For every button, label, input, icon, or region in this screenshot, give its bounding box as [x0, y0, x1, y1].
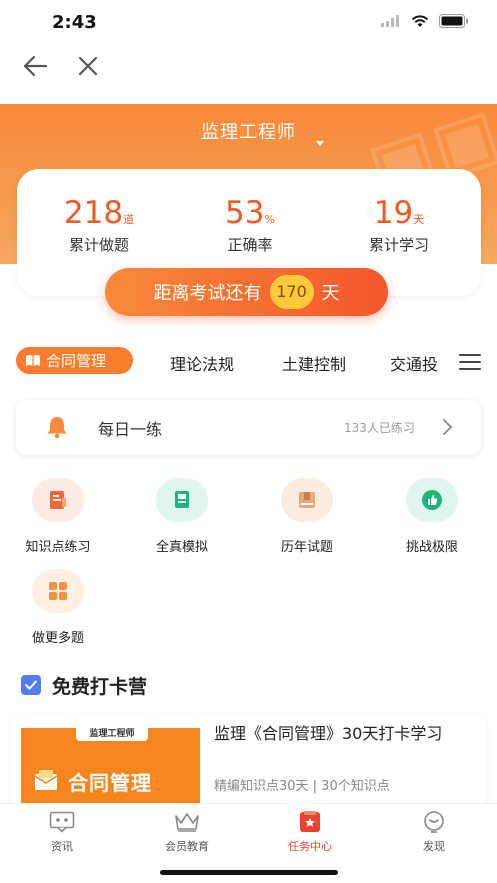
- camp-image-title: 合同管理: [68, 771, 152, 795]
- grid-label: 历年试题: [280, 540, 333, 555]
- tabbar-membership[interactable]: 会员教育: [147, 810, 227, 854]
- battery-icon: [439, 14, 468, 28]
- apps-icon: [32, 569, 84, 613]
- countdown-suffix: 天: [321, 283, 340, 304]
- grid-label: 挑战极限: [405, 540, 458, 555]
- home-indicator[interactable]: [160, 870, 338, 875]
- tabbar-label: 任务中心: [288, 840, 332, 853]
- stat-questions: 218道 累计做题: [29, 196, 169, 255]
- stat-days: 19天 累计学习: [329, 196, 469, 255]
- tab-contract-management[interactable]: 合同管理: [16, 347, 133, 374]
- stat-label: 累计学习: [368, 236, 429, 254]
- checkin-icon: [21, 675, 41, 695]
- task-icon: [296, 810, 324, 834]
- back-arrow-icon[interactable]: [20, 52, 52, 80]
- stat-value: 53: [225, 195, 265, 231]
- tab-civil-control[interactable]: 土建控制: [282, 351, 346, 375]
- wifi-icon: [411, 14, 429, 27]
- daily-practice-label: 每日一练: [98, 420, 163, 439]
- grid-label: 做更多题: [31, 631, 84, 646]
- stat-unit: %: [264, 213, 275, 226]
- close-icon[interactable]: [74, 52, 102, 80]
- grid-knowledge-practice[interactable]: 知识点练习: [13, 478, 103, 555]
- crown-icon: [173, 810, 201, 834]
- tabbar-label: 发现: [423, 840, 445, 853]
- countdown-prefix: 距离考试还有: [153, 283, 262, 304]
- status-icons: [381, 14, 469, 28]
- stat-label: 正确率: [227, 236, 273, 254]
- stat-value: 218: [63, 195, 124, 231]
- chat-icon: [48, 810, 76, 834]
- stat-accuracy: 53% 正确率: [180, 196, 320, 255]
- tabbar-label: 资讯: [51, 840, 73, 853]
- tabbar-discover[interactable]: 发现: [394, 810, 474, 854]
- app-screen: 2:43 ▣▣ 监理工程师 218道 累计做题 53% 正确率 19天 累计学习…: [0, 0, 497, 883]
- caret-down-icon[interactable]: [316, 141, 324, 146]
- chevron-right-icon[interactable]: [440, 417, 454, 437]
- tabbar-task-center[interactable]: 任务中心: [270, 810, 350, 854]
- discover-icon: [420, 810, 448, 834]
- camp-subtitle: 精编知识点30天 | 30个知识点: [214, 779, 390, 794]
- grid-past-exams[interactable]: 历年试题: [262, 478, 352, 555]
- stat-label: 累计做题: [68, 236, 129, 254]
- grid-more-questions[interactable]: 做更多题: [13, 569, 103, 646]
- countdown-days: 170: [269, 275, 314, 309]
- envelope-icon: [34, 770, 58, 790]
- signal-icon: [381, 15, 399, 27]
- tab-transport[interactable]: 交通投: [390, 351, 438, 375]
- book-icon: [26, 354, 40, 366]
- daily-practice-count: 133人已练习: [344, 421, 415, 435]
- tab-label: 合同管理: [46, 352, 107, 370]
- tabbar-news[interactable]: 资讯: [22, 810, 102, 854]
- camp-title: 监理《合同管理》30天打卡学习: [214, 724, 443, 743]
- exam-countdown[interactable]: 距离考试还有 170 天: [105, 268, 388, 316]
- stat-unit: 天: [413, 213, 425, 226]
- tab-theory-regulations[interactable]: 理论法规: [170, 351, 234, 375]
- stat-unit: 道: [123, 213, 135, 226]
- thumbs-up-icon: [406, 478, 458, 522]
- grid-label: 知识点练习: [25, 540, 91, 555]
- grid-label: 全真模拟: [155, 540, 208, 555]
- tab-transport-clip: 交通投: [390, 345, 438, 375]
- bell-icon: [47, 417, 67, 439]
- exam-icon: [156, 478, 208, 522]
- tabbar-label: 会员教育: [165, 840, 209, 853]
- grid-full-mock[interactable]: 全真模拟: [137, 478, 227, 555]
- camp-badge: 监理工程师: [76, 727, 148, 741]
- section-title: 免费打卡营: [52, 676, 148, 698]
- status-time: 2:43: [52, 12, 97, 33]
- stat-value: 19: [373, 195, 414, 231]
- doc-icon: [32, 478, 84, 522]
- grid-challenge[interactable]: 挑战极限: [387, 478, 477, 555]
- box-icon: [281, 478, 333, 522]
- exam-selector[interactable]: 监理工程师: [0, 118, 497, 144]
- menu-icon[interactable]: [458, 352, 482, 372]
